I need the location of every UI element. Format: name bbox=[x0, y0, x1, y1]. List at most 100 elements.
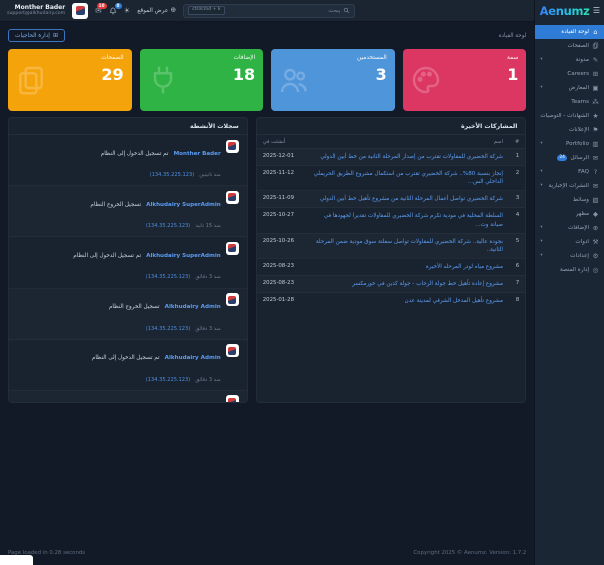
portfolio-icon: ▥ bbox=[592, 139, 599, 148]
activity-ip-link[interactable]: (134.35.225.123) bbox=[150, 172, 194, 178]
avatar[interactable] bbox=[72, 2, 89, 19]
mail-icon[interactable]: ✉ 10 bbox=[95, 2, 107, 15]
stat-card-theme[interactable]: سمة 1 bbox=[402, 49, 527, 111]
sidebar-item-label: الإضافات bbox=[568, 225, 589, 231]
menu-icon[interactable]: ☰ bbox=[593, 7, 600, 15]
sidebar-item-plugins[interactable]: ⊕ الإضافات ▾ bbox=[535, 221, 604, 235]
sidebar-item-announcements[interactable]: ⚑ الإعلانات bbox=[535, 123, 604, 137]
sidebar-item-label: المعارض bbox=[568, 85, 589, 91]
sidebar-item-galleries[interactable]: ▣ المعارض ▾ bbox=[535, 81, 604, 95]
post-number: 2 bbox=[509, 166, 525, 191]
table-row: 4 السلطة المحلية في مودية تكرم شركة الخض… bbox=[257, 208, 526, 233]
view-site-link[interactable]: ⊕ عرض الموقع bbox=[137, 7, 176, 14]
post-link[interactable]: مشروع تأهيل المدخل الشرقي لمدينة عدن bbox=[313, 297, 503, 305]
activity-ip-link[interactable]: (134.35.225.123) bbox=[146, 223, 190, 229]
sidebar-item-label: النشرات الإخبارية bbox=[548, 183, 589, 189]
table-row: 8 مشروع تأهيل المدخل الشرقي لمدينة عدن 2… bbox=[257, 293, 526, 310]
app-root: ☰ Aenumz ⌂ لوحة القيادة الصفحات ✎ مدونة … bbox=[0, 0, 604, 565]
activity-time: منذ 3 دقائق bbox=[195, 325, 221, 332]
topbar: ctrl/cmd + k ⊕ عرض الموقع ☀ 0 ✉ 10 Month… bbox=[0, 0, 535, 22]
activity-logs-panel: سجلات الأنشطة Monther Bader تم تسجيل الد… bbox=[8, 117, 248, 403]
activity-ip-link[interactable]: (134.35.225.123) bbox=[146, 274, 190, 280]
media-icon: ▧ bbox=[592, 195, 599, 204]
activity-action: تم تسجيل الدخول إلى النظام bbox=[73, 252, 142, 259]
chevron-down-icon: ▾ bbox=[540, 168, 543, 174]
theme-toggle-icon[interactable]: ☀ bbox=[124, 7, 131, 15]
copyright-text: Copyright 2025 © Aenumz. Version: 1.7.2 bbox=[413, 550, 527, 556]
sidebar-item-portfolio[interactable]: ▥ Portfolio ▾ bbox=[535, 137, 604, 151]
avatar-logo bbox=[75, 6, 85, 15]
stat-card-users[interactable]: المستخدمين 3 bbox=[271, 49, 395, 111]
sidebar-item-faq[interactable]: ? FAQ ▾ bbox=[535, 165, 604, 179]
post-link[interactable]: مشروع مياه لودر المرحله الأخيرة bbox=[313, 263, 503, 271]
activity-ip-link[interactable]: (134.35.225.123) bbox=[146, 377, 190, 383]
manage-widgets-button[interactable]: ⊞ إدارة الحاجيات bbox=[8, 29, 65, 42]
activity-action: تم تسجيل الدخول إلى النظام bbox=[100, 150, 169, 157]
sidebar-item-dashboard[interactable]: ⌂ لوحة القيادة bbox=[535, 25, 604, 39]
activity-user-link[interactable]: Alkhudairy SuperAdmin bbox=[146, 202, 221, 208]
stat-card-plugins[interactable]: الإضافات 18 bbox=[139, 49, 264, 111]
notifications-bell-icon[interactable]: 0 bbox=[109, 2, 122, 15]
globe-icon: ⊕ bbox=[170, 6, 177, 14]
card-text: سمة 1 bbox=[411, 55, 518, 84]
post-link[interactable]: السلطة المحلية في مودية تكرم شركة الخضير… bbox=[313, 212, 503, 228]
user-info[interactable]: Monther Bader support@alkhudairy.com bbox=[7, 4, 65, 17]
sidebar-item-media[interactable]: ▧ وسائط bbox=[535, 193, 604, 207]
sidebar-item-settings[interactable]: ⚙ إعدادات ▾ bbox=[535, 249, 604, 263]
global-search[interactable]: ctrl/cmd + k bbox=[183, 3, 356, 18]
search-shortcut-hint: ctrl/cmd + k bbox=[188, 6, 225, 15]
activity-item: Monther Bader تم تسجيل الدخول إلى النظام… bbox=[9, 135, 247, 187]
activity-ip-link[interactable]: (134.35.225.123) bbox=[146, 326, 190, 332]
post-link[interactable]: بجودة عالية.. شركة الخضيري للمقاولات توا… bbox=[313, 238, 503, 254]
post-date: 2025-01-28 bbox=[257, 293, 307, 310]
activity-user-link[interactable]: Alkhudairy Admin bbox=[165, 355, 221, 361]
avatar bbox=[225, 344, 239, 358]
plugins-icon: ⊕ bbox=[592, 223, 599, 232]
activity-user-link[interactable]: Monther Bader bbox=[174, 151, 221, 157]
sidebar-item-messages[interactable]: ✉ الرسائل 24 bbox=[535, 151, 604, 165]
sidebar-item-tools[interactable]: ⚒ أدوات ▾ bbox=[535, 235, 604, 249]
activity-user-link[interactable]: Alkhudairy SuperAdmin bbox=[146, 253, 221, 259]
sidebar-item-newsletters[interactable]: ✉ النشرات الإخبارية ▾ bbox=[535, 179, 604, 193]
sidebar-item-appearance[interactable]: ◆ مظهر bbox=[535, 207, 604, 221]
sidebar-item-label: FAQ bbox=[578, 169, 589, 175]
blog-icon: ✎ bbox=[592, 55, 599, 64]
post-date: 2025-10-27 bbox=[257, 208, 307, 233]
sidebar-item-label: مدونة bbox=[575, 57, 589, 63]
post-link[interactable]: شركة الخضيري تواصل أعمال المرحلة الثانية… bbox=[313, 195, 503, 203]
card-label: الإضافات bbox=[233, 55, 256, 61]
chevron-down-icon: ▾ bbox=[540, 182, 543, 188]
activity-item: Alkhudairy SuperAdmin تسجيل الخروج النظا… bbox=[9, 186, 247, 238]
sidebar-item-teams[interactable]: ⁂ Teams bbox=[535, 95, 604, 109]
post-link[interactable]: شركة الخضيري للمقاولات تقترب من إصدار ال… bbox=[313, 153, 503, 161]
activity-action: تسجيل الخروج النظام bbox=[90, 201, 142, 208]
chevron-down-icon: ▾ bbox=[540, 224, 543, 230]
bottom-left-widget bbox=[0, 555, 33, 565]
avatar bbox=[225, 241, 239, 255]
tools-icon: ⚒ bbox=[592, 237, 599, 246]
bell-badge: 0 bbox=[114, 2, 122, 9]
stat-card-pages[interactable]: الصفحات 29 bbox=[8, 49, 132, 111]
brand-logo[interactable]: Aenumz bbox=[539, 4, 590, 18]
activity-text: Alkhudairy SuperAdmin تم تسجيل الدخول إل… bbox=[17, 241, 221, 284]
card-label: الصفحات bbox=[101, 55, 124, 61]
post-link[interactable]: مشروع إعادة تأهيل خط جولة الرحاب - جولة … bbox=[313, 280, 503, 288]
sidebar-item-label: Careers bbox=[567, 71, 589, 77]
chevron-down-icon: ▾ bbox=[540, 252, 543, 258]
avatar-logo bbox=[228, 346, 237, 355]
sidebar-item-careers[interactable]: ⊞ Careers bbox=[535, 67, 604, 81]
sidebar-item-platform-management[interactable]: ◎ إدارة المنصة bbox=[535, 263, 604, 277]
avatar-logo bbox=[228, 142, 237, 150]
sidebar-item-pages[interactable]: الصفحات bbox=[535, 39, 604, 53]
sidebar-item-label: الإعلانات bbox=[569, 127, 589, 133]
activity-user-link[interactable]: Alkhudairy Admin bbox=[165, 304, 221, 310]
sidebar-item-testimonials[interactable]: ★ الشهادات - التوصيات bbox=[535, 109, 604, 123]
post-link[interactable]: إنجاز بنسبة 80%.. شركة الخضيري تقترب من … bbox=[313, 170, 503, 186]
sidebar-item-blog[interactable]: ✎ مدونة ▾ bbox=[535, 53, 604, 67]
user-email: support@alkhudairy.com bbox=[7, 11, 66, 17]
card-value: 3 bbox=[375, 64, 387, 84]
sidebar-item-label: إعدادات bbox=[570, 253, 589, 259]
search-input[interactable] bbox=[227, 7, 341, 14]
post-date: 2025-11-09 bbox=[257, 191, 307, 208]
activity-logs-title: سجلات الأنشطة bbox=[9, 118, 247, 135]
